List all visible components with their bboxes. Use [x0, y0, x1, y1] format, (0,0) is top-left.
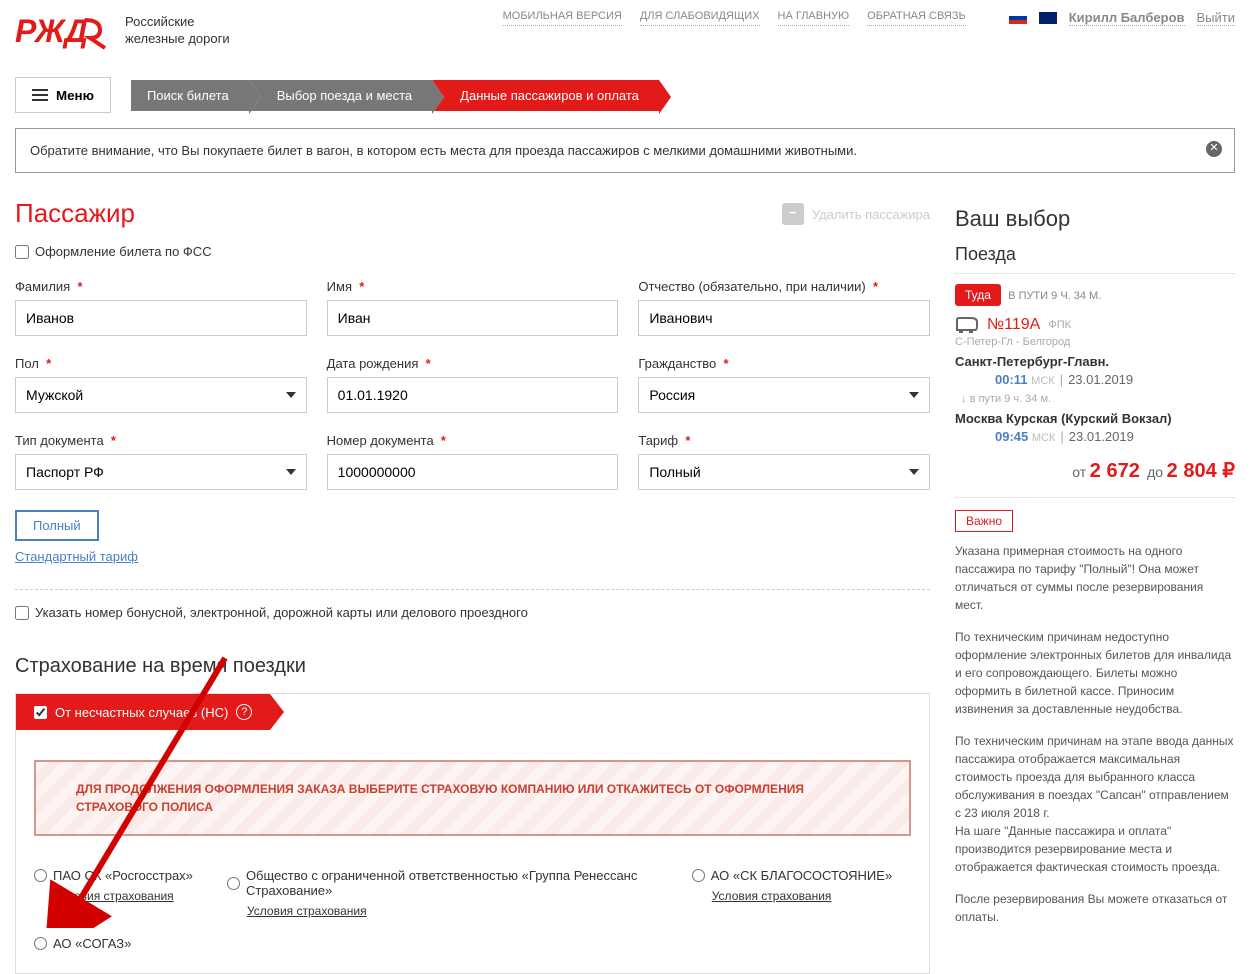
- birthdate-label: Дата рождения *: [327, 356, 619, 371]
- departure-time: 00:11 МСК|23.01.2019: [955, 372, 1235, 387]
- terms-link-2[interactable]: Условия страхования: [247, 904, 692, 918]
- travel-time: В ПУТИ 9 Ч. 34 М.: [1008, 290, 1101, 302]
- breadcrumb-step-2[interactable]: Выбор поезда и места: [249, 80, 432, 111]
- doctype-select[interactable]: Паспорт РФ: [15, 454, 307, 490]
- bonus-card-label: Указать номер бонусной, электронной, дор…: [35, 605, 528, 620]
- menu-label: Меню: [56, 88, 94, 103]
- insurance-accident-checkbox[interactable]: [34, 706, 47, 719]
- delete-passenger-button: − Удалить пассажира: [782, 203, 930, 225]
- svg-text:РЖД: РЖД: [15, 13, 88, 49]
- nav-home[interactable]: НА ГЛАВНУЮ: [778, 10, 850, 26]
- docnumber-input[interactable]: [327, 454, 619, 490]
- info-3: По техническим причинам на этапе ввода д…: [955, 732, 1235, 876]
- breadcrumb-step-3: Данные пассажиров и оплата: [432, 80, 659, 111]
- direction-badge: Туда: [955, 284, 1001, 306]
- logo[interactable]: РЖД Российские железные дороги: [15, 10, 230, 52]
- insurance-rosgosstrah[interactable]: ПАО СК «Росгосстрах»: [34, 868, 227, 883]
- insurance-sogaz[interactable]: АО «СОГАЗ»: [34, 936, 911, 951]
- insurance-renaissance[interactable]: Общество с ограниченной ответственностью…: [227, 868, 692, 898]
- user-name-link[interactable]: Кирилл Балберов: [1069, 10, 1185, 26]
- company-name-2: железные дороги: [125, 31, 230, 48]
- insurance-title: Страхование на время поездки: [15, 655, 930, 678]
- train-company: ФПК: [1048, 319, 1071, 331]
- bonus-card-checkbox[interactable]: [15, 606, 29, 620]
- insurance-blago[interactable]: АО «СК БЛАГОСОСТОЯНИЕ»: [692, 868, 911, 883]
- important-badge: Важно: [955, 510, 1013, 532]
- tariff-full-badge[interactable]: Полный: [15, 510, 99, 541]
- citizenship-label: Гражданство *: [638, 356, 930, 371]
- terms-link-1[interactable]: Условия страхования: [54, 889, 227, 903]
- patronymic-label: Отчество (обязательно, при наличии) *: [638, 279, 930, 294]
- fss-checkbox[interactable]: [15, 245, 29, 259]
- hamburger-icon: [32, 86, 48, 104]
- fss-label: Оформление билета по ФСС: [35, 244, 212, 259]
- station-to: Москва Курская (Курский Вокзал): [955, 411, 1235, 426]
- train-icon: [955, 316, 979, 334]
- name-input[interactable]: [327, 300, 619, 336]
- company-name-1: Российские: [125, 14, 230, 31]
- gender-label: Пол *: [15, 356, 307, 371]
- sidebar-title: Ваш выбор: [955, 198, 1235, 232]
- arrival-time: 09:45 МСК|23.01.2019: [955, 429, 1235, 444]
- terms-link-3[interactable]: Условия страхования: [712, 889, 911, 903]
- info-1: Указана примерная стоимость на одного па…: [955, 542, 1235, 614]
- nav-mobile[interactable]: МОБИЛЬНАЯ ВЕРСИЯ: [503, 10, 622, 26]
- breadcrumb: Поиск билета Выбор поезда и места Данные…: [131, 80, 659, 111]
- notice-banner: Обратите внимание, что Вы покупаете биле…: [15, 128, 1235, 173]
- insurance-warning: ДЛЯ ПРОДОЛЖЕНИЯ ОФОРМЛЕНИЯ ЗАКАЗА ВЫБЕРИ…: [34, 760, 911, 836]
- insurance-accident-tab[interactable]: От несчастных случаев (НС) ?: [16, 694, 270, 730]
- station-from: Санкт-Петербург-Главн.: [955, 354, 1235, 369]
- info-4: После резервирования Вы можете отказатьс…: [955, 890, 1235, 926]
- route-short: С-Петер-Гл - Белгород: [955, 336, 1235, 348]
- name-label: Имя *: [327, 279, 619, 294]
- flag-ru-icon[interactable]: [1009, 12, 1027, 24]
- info-2: По техническим причинам недоступно оформ…: [955, 628, 1235, 718]
- flag-en-icon[interactable]: [1039, 12, 1057, 24]
- help-icon[interactable]: ?: [236, 704, 252, 720]
- doctype-label: Тип документа *: [15, 433, 307, 448]
- enroute-time: ↓ в пути 9 ч. 34 м.: [955, 393, 1235, 405]
- tariff-label: Тариф *: [638, 433, 930, 448]
- citizenship-select[interactable]: Россия: [638, 377, 930, 413]
- birthdate-input[interactable]: [327, 377, 619, 413]
- nav-accessibility[interactable]: ДЛЯ СЛАБОВИДЯЩИХ: [640, 10, 760, 26]
- minus-icon: −: [782, 203, 804, 225]
- sidebar-trains: Поезда: [955, 244, 1235, 274]
- surname-input[interactable]: [15, 300, 307, 336]
- tariff-standard-link[interactable]: Стандартный тариф: [15, 549, 930, 564]
- notice-text: Обратите внимание, что Вы покупаете биле…: [30, 143, 857, 158]
- close-icon[interactable]: ✕: [1206, 141, 1222, 157]
- gender-select[interactable]: Мужской: [15, 377, 307, 413]
- surname-label: Фамилия *: [15, 279, 307, 294]
- patronymic-input[interactable]: [638, 300, 930, 336]
- train-number: №119А: [987, 316, 1040, 334]
- tariff-select[interactable]: Полный: [638, 454, 930, 490]
- docnumber-label: Номер документа *: [327, 433, 619, 448]
- breadcrumb-step-1[interactable]: Поиск билета: [131, 80, 249, 111]
- nav-feedback[interactable]: ОБРАТНАЯ СВЯЗЬ: [867, 10, 966, 26]
- price-range: от 2 672 до 2 804 ₽: [955, 444, 1235, 498]
- menu-button[interactable]: Меню: [15, 77, 111, 113]
- logout-link[interactable]: Выйти: [1197, 10, 1236, 26]
